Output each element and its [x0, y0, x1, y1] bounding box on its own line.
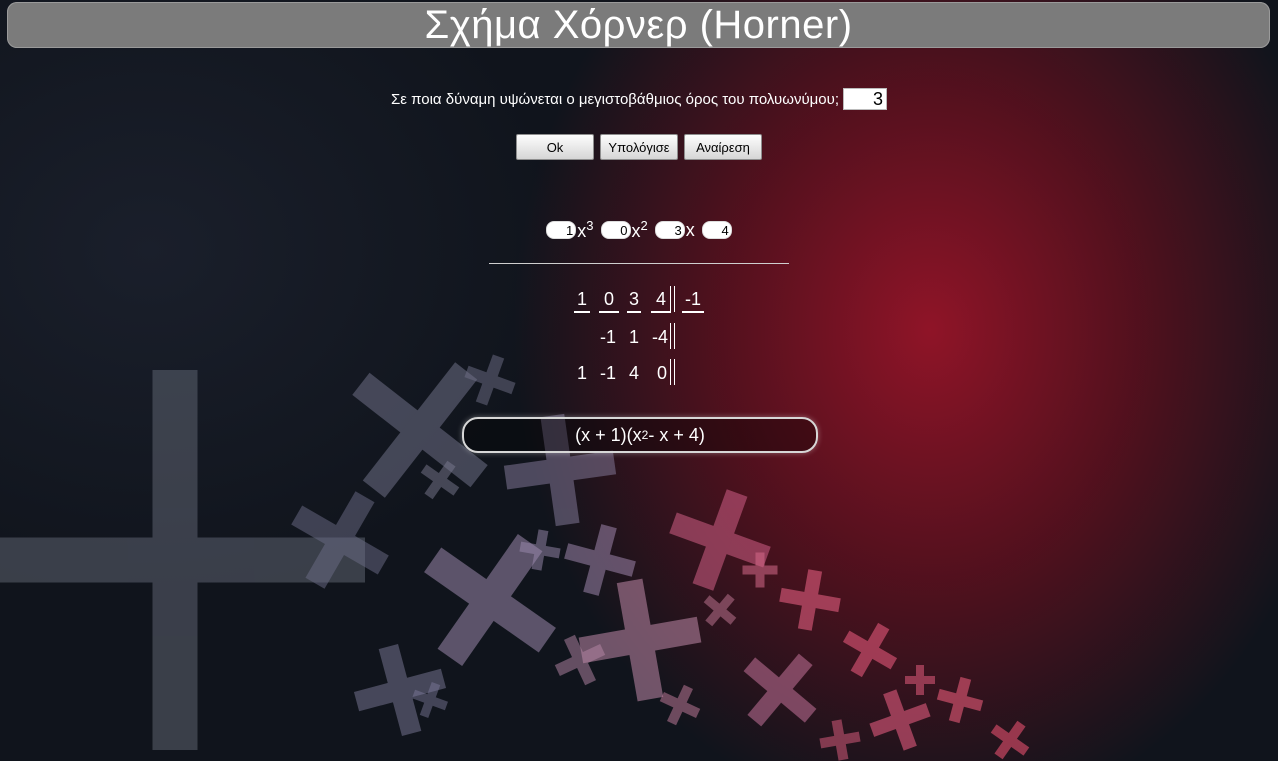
degree-prompt: Σε ποια δύναμη υψώνεται ο μεγιστοβάθμιος… [390, 90, 840, 108]
horner-row2-cell: -1 [599, 327, 616, 347]
horner-separator [670, 323, 675, 349]
plus-shape [743, 653, 817, 727]
plus-shape [353, 643, 447, 737]
horner-row3-cell: 4 [628, 363, 639, 383]
plus-shape [842, 622, 898, 678]
horner-table: 1 0 3 4 -1 -1 1 -4 1 -1 4 0 [560, 285, 760, 395]
divider [489, 263, 789, 264]
horner-row1-cell: 1 [574, 289, 590, 313]
plus-shape [703, 593, 737, 627]
page-title: Σχήμα Χόρνερ (Horner) [424, 2, 853, 47]
ok-button[interactable]: Ok [516, 134, 594, 160]
polynomial-coefficients-row: x3 x2 x [0, 218, 1278, 242]
horner-root: -1 [682, 289, 704, 313]
horner-row3-cell: -1 [599, 363, 616, 383]
horner-separator [670, 286, 675, 312]
horner-row2-cell: -4 [651, 327, 668, 347]
plus-shape [905, 665, 935, 695]
plus-shape [779, 569, 841, 631]
horner-separator [670, 359, 675, 385]
degree-input[interactable] [843, 88, 888, 110]
plus-shape [819, 719, 861, 761]
horner-row3-cell: 0 [656, 363, 667, 383]
factorization-result: (x + 1)(x 2 - x + 4) [462, 417, 818, 453]
plus-shape [990, 720, 1030, 760]
button-row: Ok Υπολόγισε Αναίρεση [0, 134, 1278, 160]
plus-shape [0, 370, 365, 750]
degree-row: Σε ποια δύναμη υψώνεται ο μεγιστοβάθμιος… [0, 88, 1278, 110]
horner-row3-cell: 1 [576, 363, 587, 383]
plus-shape [936, 676, 984, 724]
term-x3-label: x3 [577, 218, 594, 241]
horner-row1-cell: 4 [651, 289, 671, 313]
title-bar: Σχήμα Χόρνερ (Horner) [7, 2, 1270, 48]
undo-button[interactable]: Αναίρεση [684, 134, 762, 160]
horner-row1-cell: 3 [627, 289, 641, 313]
plus-shape [669, 489, 771, 591]
coef-x0-input[interactable] [701, 221, 732, 239]
horner-row1-cell: 0 [599, 289, 619, 313]
term-x2-label: x2 [631, 218, 648, 241]
plus-shape [869, 689, 931, 751]
calculate-button[interactable]: Υπολόγισε [600, 134, 678, 160]
coef-x1-input[interactable] [654, 221, 685, 239]
coef-x2-input[interactable] [600, 221, 631, 239]
term-x1-label: x [685, 219, 695, 240]
horner-row2-cell: 1 [628, 327, 639, 347]
plus-shape [659, 684, 701, 726]
coef-x3-input[interactable] [546, 221, 577, 239]
